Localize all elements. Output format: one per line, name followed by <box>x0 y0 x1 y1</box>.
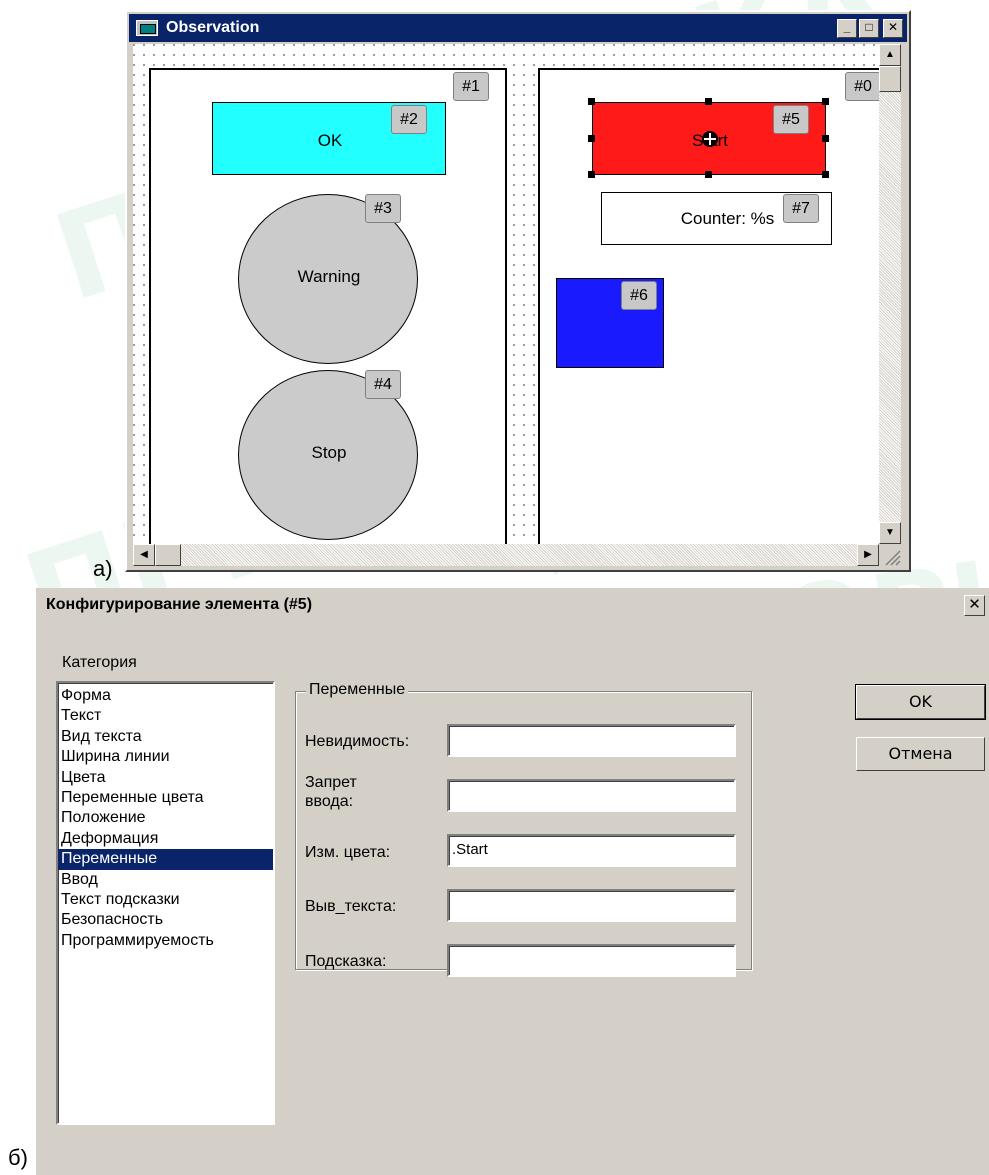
config-dialog: Конфигурирование элемента (#5) ✕ Категор… <box>36 588 989 1175</box>
move-cursor-icon <box>702 131 718 147</box>
color-change-label: Изм. цвета: <box>305 844 391 861</box>
invisibility-field[interactable] <box>447 724 736 757</box>
resize-handle[interactable] <box>588 171 595 178</box>
window-app-icon <box>136 20 158 36</box>
resize-handle[interactable] <box>705 171 712 178</box>
ok-button[interactable]: OK <box>855 684 986 720</box>
scroll-up-button[interactable]: ▲ <box>879 44 901 66</box>
input-lock-field[interactable] <box>447 779 736 812</box>
category-item[interactable]: Переменные <box>58 849 273 870</box>
element-tag: #5 <box>773 105 809 134</box>
category-item[interactable]: Текст <box>58 706 273 726</box>
category-item[interactable]: Переменные цвета <box>58 788 273 808</box>
ok-label: OK <box>317 131 343 150</box>
observation-titlebar[interactable]: Observation _ □ ✕ <box>129 14 907 42</box>
element-tag: #2 <box>391 105 427 134</box>
horizontal-scrollbar[interactable]: ◀ ▶ <box>133 544 879 566</box>
input-lock-label: Запрет ввода: <box>305 773 357 811</box>
vertical-scrollbar[interactable]: ▲ ▼ <box>879 44 901 544</box>
category-item[interactable]: Цвета <box>58 768 273 788</box>
category-item[interactable]: Вид текста <box>58 727 273 747</box>
resize-handle[interactable] <box>822 171 829 178</box>
element-tag: #1 <box>453 72 489 101</box>
element-tag: #3 <box>365 194 401 223</box>
group-title: Переменные <box>306 681 409 699</box>
category-item[interactable]: Форма <box>58 686 273 706</box>
panel-label-b: б) <box>8 1145 28 1170</box>
category-item[interactable]: Ввод <box>58 870 273 890</box>
ok-element[interactable]: #2 OK <box>212 102 446 175</box>
window-title: Observation <box>166 19 260 36</box>
observation-window: Observation _ □ ✕ #1 #2 OK Warning #3 St… <box>125 10 911 572</box>
category-item[interactable]: Деформация <box>58 829 273 849</box>
element-tag: #7 <box>783 194 819 223</box>
scroll-right-button[interactable]: ▶ <box>857 544 879 566</box>
horizontal-scroll-thumb[interactable] <box>155 544 181 566</box>
category-item[interactable]: Положение <box>58 808 273 828</box>
resize-handle[interactable] <box>705 98 712 105</box>
blue-square-element[interactable]: #6 <box>556 278 664 368</box>
category-label: Категория <box>62 654 137 671</box>
category-list[interactable]: Форма Текст Вид текста Ширина линии Цвета Пер… <box>56 681 275 1125</box>
element-tag: #4 <box>365 370 401 399</box>
panel-label-a: а) <box>93 556 113 581</box>
text-output-label: Выв_текста: <box>305 898 397 915</box>
variables-groupbox: Переменные Невидимость: Запрет ввода: Из… <box>295 681 752 977</box>
input-lock-label-line1: Запрет <box>305 774 357 791</box>
tooltip-label: Подсказка: <box>305 953 387 970</box>
category-item[interactable]: Программируемость <box>58 931 273 951</box>
start-element[interactable]: #5 Start <box>592 102 826 175</box>
element-tag: #6 <box>621 281 657 310</box>
dialog-close-button[interactable]: ✕ <box>964 595 985 616</box>
resize-handle[interactable] <box>822 98 829 105</box>
minimize-button[interactable]: _ <box>837 19 857 38</box>
vertical-scroll-thumb[interactable] <box>879 66 901 92</box>
resize-handle[interactable] <box>588 135 595 142</box>
visualization-canvas[interactable]: #1 #2 OK Warning #3 Stop #4 #0 #5 Start <box>133 44 879 544</box>
scroll-down-button[interactable]: ▼ <box>879 522 901 544</box>
resize-handle[interactable] <box>588 98 595 105</box>
resize-handle[interactable] <box>822 135 829 142</box>
color-change-field[interactable]: .Start <box>447 834 736 867</box>
resize-grip-icon[interactable] <box>883 548 901 566</box>
text-output-field[interactable] <box>447 889 736 922</box>
scroll-left-button[interactable]: ◀ <box>133 544 155 566</box>
tooltip-field[interactable] <box>447 944 736 977</box>
category-item[interactable]: Текст подсказки <box>58 890 273 910</box>
warning-label: Warning <box>297 267 361 286</box>
maximize-button[interactable]: □ <box>859 19 879 38</box>
invisibility-label: Невидимость: <box>305 733 410 750</box>
close-button[interactable]: ✕ <box>883 19 903 38</box>
cancel-button[interactable]: Отмена <box>856 737 985 771</box>
category-item[interactable]: Ширина линии <box>58 747 273 767</box>
dialog-titlebar[interactable]: Конфигурирование элемента (#5) ✕ <box>38 590 987 621</box>
element-tag: #0 <box>845 72 879 101</box>
stop-label: Stop <box>311 443 347 462</box>
category-item[interactable]: Безопасность <box>58 910 273 930</box>
dialog-title: Конфигурирование элемента (#5) <box>46 596 313 613</box>
input-lock-label-line2: ввода: <box>305 793 354 810</box>
